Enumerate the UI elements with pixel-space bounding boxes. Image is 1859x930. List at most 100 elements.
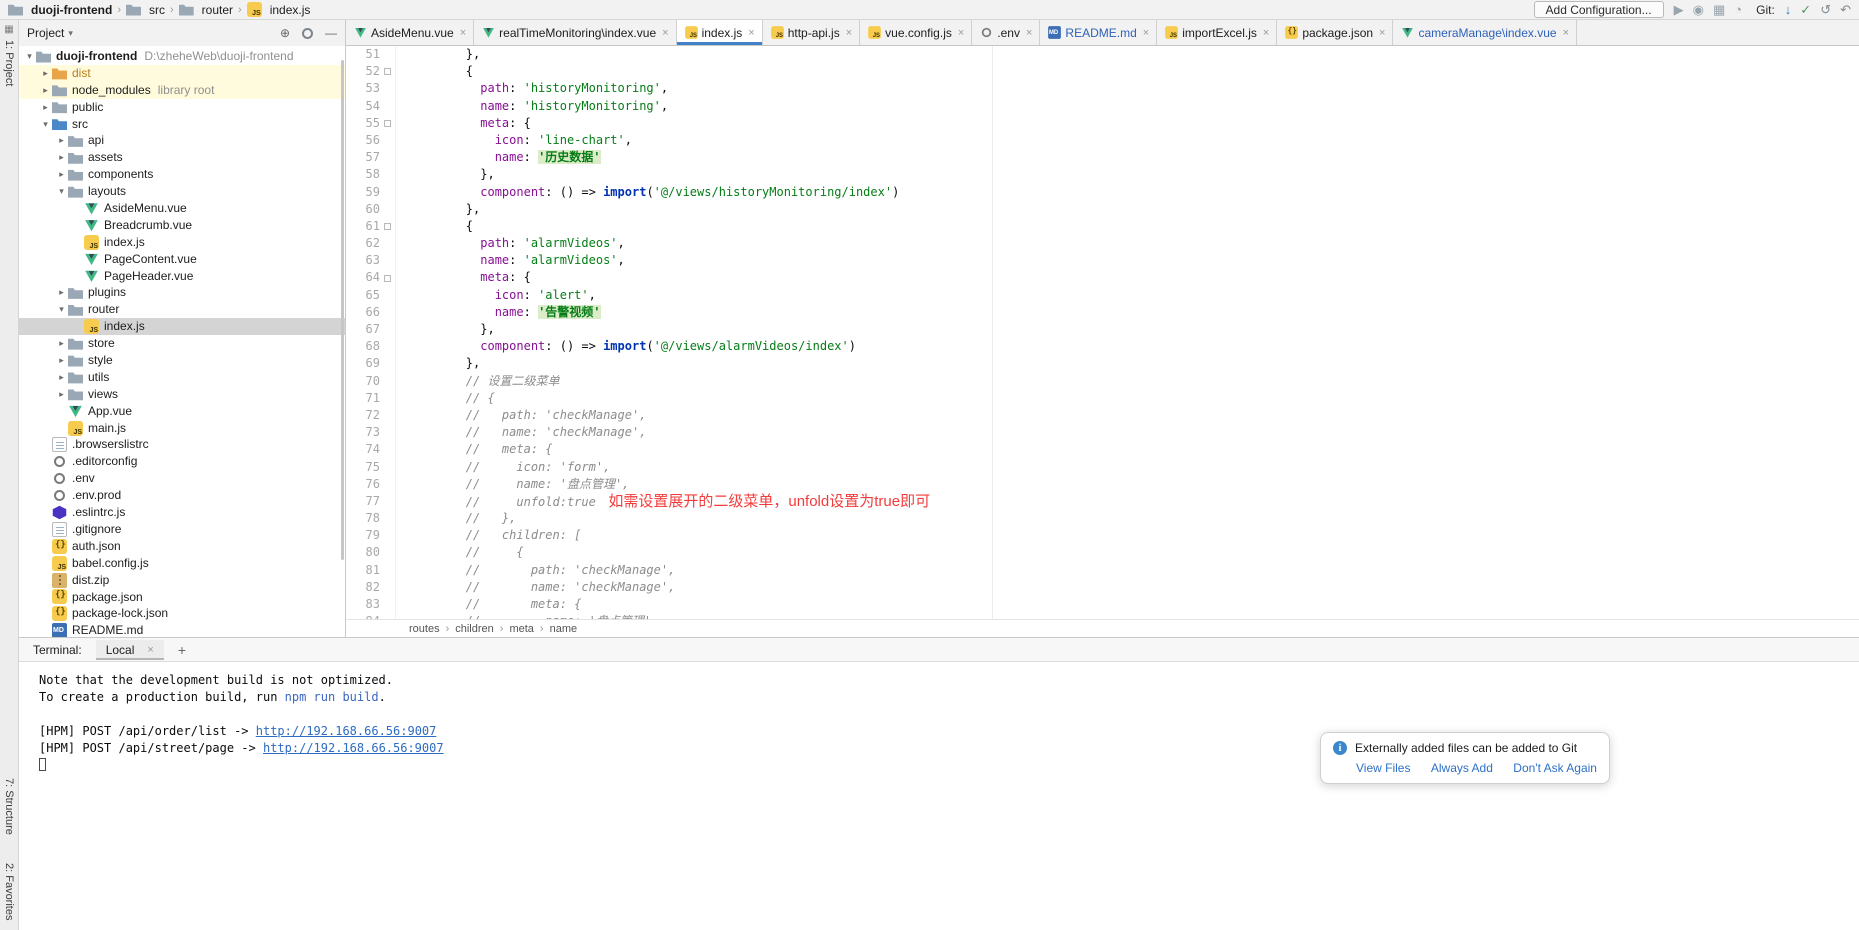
fold-marker-icon[interactable] bbox=[384, 275, 391, 282]
tool-button-structure[interactable]: 7: Structure bbox=[3, 778, 15, 835]
vcs-revert-icon[interactable]: ↶ bbox=[1840, 3, 1851, 16]
locate-file-icon[interactable]: ⊕ bbox=[280, 26, 290, 40]
tree-item-node-modules[interactable]: ▸node_moduleslibrary root bbox=[19, 82, 345, 99]
code-line[interactable]: 71 // { bbox=[346, 390, 1859, 407]
tab-http-api-js[interactable]: http-api.js× bbox=[763, 20, 860, 45]
gutter-fold-column[interactable] bbox=[380, 252, 396, 269]
tree-item-eslintrc-js[interactable]: .eslintrc.js bbox=[19, 504, 345, 521]
code-line[interactable]: 52 { bbox=[346, 63, 1859, 80]
chevron-right-icon[interactable]: ▸ bbox=[55, 284, 68, 301]
breadcrumb-item-router[interactable]: router bbox=[179, 2, 233, 17]
vcs-update-icon[interactable]: ↓ bbox=[1785, 3, 1792, 16]
terminal-link[interactable]: http://192.168.66.56:9007 bbox=[263, 741, 444, 755]
close-tab-icon[interactable]: × bbox=[1143, 27, 1149, 39]
gutter-fold-column[interactable] bbox=[380, 304, 396, 321]
tab-asidemenu-vue[interactable]: AsideMenu.vue× bbox=[346, 20, 474, 45]
code-line[interactable]: 67 }, bbox=[346, 321, 1859, 338]
tree-item-plugins[interactable]: ▸plugins bbox=[19, 284, 345, 301]
breadcrumb-item-duoji-frontend[interactable]: duoji-frontend bbox=[8, 2, 112, 17]
tree-item-layouts[interactable]: ▾layouts bbox=[19, 183, 345, 200]
new-terminal-button[interactable]: + bbox=[178, 642, 186, 658]
gutter-fold-column[interactable] bbox=[380, 441, 396, 458]
tree-item-auth-json[interactable]: auth.json bbox=[19, 538, 345, 555]
close-tab-icon[interactable]: × bbox=[1263, 27, 1269, 39]
code-line[interactable]: 81 // path: 'checkManage', bbox=[346, 562, 1859, 579]
tab-vue-config-js[interactable]: vue.config.js× bbox=[860, 20, 972, 45]
vcs-history-icon[interactable]: ↺ bbox=[1820, 3, 1831, 16]
always-add-link[interactable]: Always Add bbox=[1431, 761, 1493, 775]
code-line[interactable]: 77 // unfold:true 如需设置展开的二级菜单，unfold设置为t… bbox=[346, 493, 1859, 510]
gutter-fold-column[interactable] bbox=[380, 390, 396, 407]
hide-panel-icon[interactable]: — bbox=[325, 26, 337, 40]
code-line[interactable]: 70 // 设置二级菜单 bbox=[346, 373, 1859, 390]
tool-button-project[interactable]: 1: Project bbox=[3, 40, 15, 86]
gutter-fold-column[interactable] bbox=[380, 579, 396, 596]
gutter-fold-column[interactable] bbox=[380, 562, 396, 579]
chevron-right-icon[interactable]: ▸ bbox=[55, 335, 68, 352]
tree-item-app-vue[interactable]: App.vue bbox=[19, 403, 345, 420]
gutter-fold-column[interactable] bbox=[380, 201, 396, 218]
code-line[interactable]: 51 }, bbox=[346, 46, 1859, 63]
chevron-right-icon[interactable]: ▸ bbox=[55, 386, 68, 403]
tree-item-store[interactable]: ▸store bbox=[19, 335, 345, 352]
tree-item-utils[interactable]: ▸utils bbox=[19, 369, 345, 386]
tree-item-breadcrumb-vue[interactable]: Breadcrumb.vue bbox=[19, 217, 345, 234]
gutter-fold-column[interactable] bbox=[380, 527, 396, 544]
tree-item-dist-zip[interactable]: dist.zip bbox=[19, 572, 345, 589]
code-editor[interactable]: 51 },52 {53 path: 'historyMonitoring',54… bbox=[346, 46, 1859, 619]
code-line[interactable]: 58 }, bbox=[346, 166, 1859, 183]
code-line[interactable]: 79 // children: [ bbox=[346, 527, 1859, 544]
close-tab-icon[interactable]: × bbox=[846, 27, 852, 39]
tree-item-readme-md[interactable]: README.md bbox=[19, 622, 345, 637]
code-line[interactable]: 62 path: 'alarmVideos', bbox=[346, 235, 1859, 252]
code-line[interactable]: 60 }, bbox=[346, 201, 1859, 218]
terminal-tab-local[interactable]: Local × bbox=[96, 640, 164, 660]
debug-icon[interactable]: ◉ bbox=[1693, 3, 1704, 16]
gutter-fold-column[interactable] bbox=[380, 166, 396, 183]
code-line[interactable]: 68 component: () => import('@/views/alar… bbox=[346, 338, 1859, 355]
gutter-fold-column[interactable] bbox=[380, 459, 396, 476]
gutter-fold-column[interactable] bbox=[380, 269, 396, 286]
close-icon[interactable]: × bbox=[147, 644, 153, 656]
tree-item-style[interactable]: ▸style bbox=[19, 352, 345, 369]
dont-ask-again-link[interactable]: Don't Ask Again bbox=[1513, 761, 1597, 775]
code-line[interactable]: 57 name: '历史数据' bbox=[346, 149, 1859, 166]
gutter-fold-column[interactable] bbox=[380, 98, 396, 115]
chevron-right-icon[interactable]: ▸ bbox=[55, 369, 68, 386]
gutter-fold-column[interactable] bbox=[380, 338, 396, 355]
code-line[interactable]: 56 icon: 'line-chart', bbox=[346, 132, 1859, 149]
chevron-right-icon[interactable]: ▸ bbox=[55, 166, 68, 183]
gutter-fold-column[interactable] bbox=[380, 373, 396, 390]
chevron-down-icon[interactable]: ▾ bbox=[55, 183, 68, 200]
gutter-fold-column[interactable] bbox=[380, 355, 396, 372]
tree-item-pageheader-vue[interactable]: PageHeader.vue bbox=[19, 268, 345, 285]
tree-item-public[interactable]: ▸public bbox=[19, 99, 345, 116]
chevron-down-icon[interactable]: ▾ bbox=[23, 48, 36, 65]
code-line[interactable]: 74 // meta: { bbox=[346, 441, 1859, 458]
tab-cameramanage-index-vue[interactable]: cameraManage\index.vue× bbox=[1393, 20, 1577, 45]
tree-item-src[interactable]: ▾src bbox=[19, 116, 345, 133]
tree-item-package-json[interactable]: package.json bbox=[19, 589, 345, 606]
gutter-fold-column[interactable] bbox=[380, 493, 396, 510]
code-line[interactable]: 64 meta: { bbox=[346, 269, 1859, 286]
editor-breadcrumb-item-name[interactable]: name bbox=[550, 623, 578, 635]
gutter-fold-column[interactable] bbox=[380, 544, 396, 561]
close-tab-icon[interactable]: × bbox=[662, 27, 668, 39]
tree-item-browserslistrc[interactable]: .browserslistrc bbox=[19, 436, 345, 453]
code-line[interactable]: 72 // path: 'checkManage', bbox=[346, 407, 1859, 424]
gutter-fold-column[interactable] bbox=[380, 510, 396, 527]
gutter-fold-column[interactable] bbox=[380, 115, 396, 132]
tree-item-env-prod[interactable]: .env.prod bbox=[19, 487, 345, 504]
chevron-down-icon[interactable]: ▾ bbox=[55, 301, 68, 318]
fold-marker-icon[interactable] bbox=[384, 223, 391, 230]
tree-item-gitignore[interactable]: .gitignore bbox=[19, 521, 345, 538]
gutter-fold-column[interactable] bbox=[380, 613, 396, 619]
view-files-link[interactable]: View Files bbox=[1356, 761, 1410, 775]
code-line[interactable]: 66 name: '告警视频' bbox=[346, 304, 1859, 321]
coverage-icon[interactable]: ▦ bbox=[1713, 3, 1725, 16]
code-line[interactable]: 59 component: () => import('@/views/hist… bbox=[346, 184, 1859, 201]
editor-breadcrumb-item-children[interactable]: children bbox=[455, 623, 494, 635]
chevron-down-icon[interactable]: ▾ bbox=[39, 116, 52, 133]
project-view-dropdown[interactable]: Project ▾ bbox=[27, 26, 73, 40]
tree-item-babel-config-js[interactable]: babel.config.js bbox=[19, 555, 345, 572]
